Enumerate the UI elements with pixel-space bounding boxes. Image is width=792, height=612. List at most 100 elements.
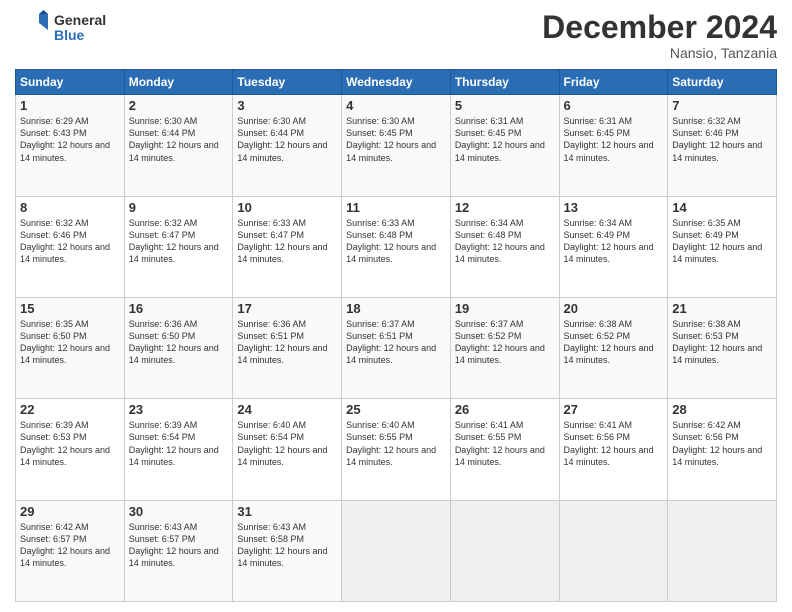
calendar-header-monday: Monday bbox=[124, 70, 233, 95]
day-info: Sunrise: 6:35 AMSunset: 6:50 PMDaylight:… bbox=[20, 318, 120, 367]
day-info: Sunrise: 6:33 AMSunset: 6:48 PMDaylight:… bbox=[346, 217, 446, 266]
calendar-cell: 2Sunrise: 6:30 AMSunset: 6:44 PMDaylight… bbox=[124, 95, 233, 196]
calendar-cell: 30 Sunrise: 6:43 AMSunset: 6:57 PMDayligh… bbox=[124, 500, 233, 601]
day-number: 31 bbox=[237, 504, 337, 519]
calendar-cell: 15 Sunrise: 6:35 AMSunset: 6:50 PMDayligh… bbox=[16, 297, 125, 398]
calendar-cell: 26 Sunrise: 6:41 AMSunset: 6:55 PMDayligh… bbox=[450, 399, 559, 500]
day-info: Sunrise: 6:32 AMSunset: 6:47 PMDaylight:… bbox=[129, 217, 229, 266]
calendar-cell: 20 Sunrise: 6:38 AMSunset: 6:52 PMDayligh… bbox=[559, 297, 668, 398]
day-info: Sunrise: 6:42 AMSunset: 6:57 PMDaylight:… bbox=[20, 521, 120, 570]
day-info: Sunrise: 6:38 AMSunset: 6:53 PMDaylight:… bbox=[672, 318, 772, 367]
calendar-cell: 19 Sunrise: 6:37 AMSunset: 6:52 PMDayligh… bbox=[450, 297, 559, 398]
calendar-header-wednesday: Wednesday bbox=[342, 70, 451, 95]
day-number: 28 bbox=[672, 402, 772, 417]
day-number: 9 bbox=[129, 200, 229, 215]
day-number: 30 bbox=[129, 504, 229, 519]
day-info: Sunrise: 6:41 AMSunset: 6:56 PMDaylight:… bbox=[564, 419, 664, 468]
day-info: Sunrise: 6:39 AMSunset: 6:53 PMDaylight:… bbox=[20, 419, 120, 468]
day-info: Sunrise: 6:41 AMSunset: 6:55 PMDaylight:… bbox=[455, 419, 555, 468]
day-number: 2 bbox=[129, 98, 229, 113]
header: General Blue December 2024 Nansio, Tanza… bbox=[15, 10, 777, 61]
location: Nansio, Tanzania bbox=[542, 45, 777, 61]
logo: General Blue bbox=[15, 10, 106, 46]
day-number: 25 bbox=[346, 402, 446, 417]
title-block: December 2024 Nansio, Tanzania bbox=[542, 10, 777, 61]
logo-blue: Blue bbox=[54, 28, 106, 43]
day-info: Sunrise: 6:35 AMSunset: 6:49 PMDaylight:… bbox=[672, 217, 772, 266]
calendar-cell: 1 Sunrise: 6:29 AMSunset: 6:43 PMDaylight… bbox=[16, 95, 125, 196]
calendar-cell: 12Sunrise: 6:34 AMSunset: 6:48 PMDayligh… bbox=[450, 196, 559, 297]
day-number: 22 bbox=[20, 402, 120, 417]
calendar-week-1: 1 Sunrise: 6:29 AMSunset: 6:43 PMDaylight… bbox=[16, 95, 777, 196]
calendar-cell: 3Sunrise: 6:30 AMSunset: 6:44 PMDaylight… bbox=[233, 95, 342, 196]
calendar-cell: 28Sunrise: 6:42 AMSunset: 6:56 PMDayligh… bbox=[668, 399, 777, 500]
logo-general: General bbox=[54, 13, 106, 28]
day-info: Sunrise: 6:37 AMSunset: 6:52 PMDaylight:… bbox=[455, 318, 555, 367]
calendar-cell: 11 Sunrise: 6:33 AMSunset: 6:48 PMDayligh… bbox=[342, 196, 451, 297]
calendar-cell: 6Sunrise: 6:31 AMSunset: 6:45 PMDaylight… bbox=[559, 95, 668, 196]
day-info: Sunrise: 6:33 AMSunset: 6:47 PMDaylight:… bbox=[237, 217, 337, 266]
day-number: 13 bbox=[564, 200, 664, 215]
day-number: 29 bbox=[20, 504, 120, 519]
day-info: Sunrise: 6:36 AMSunset: 6:50 PMDaylight:… bbox=[129, 318, 229, 367]
calendar-header-thursday: Thursday bbox=[450, 70, 559, 95]
day-number: 6 bbox=[564, 98, 664, 113]
day-info: Sunrise: 6:34 AMSunset: 6:49 PMDaylight:… bbox=[564, 217, 664, 266]
calendar-week-2: 8 Sunrise: 6:32 AMSunset: 6:46 PMDaylight… bbox=[16, 196, 777, 297]
calendar-cell: 17Sunrise: 6:36 AMSunset: 6:51 PMDayligh… bbox=[233, 297, 342, 398]
calendar-cell bbox=[559, 500, 668, 601]
calendar: SundayMondayTuesdayWednesdayThursdayFrid… bbox=[15, 69, 777, 602]
day-number: 16 bbox=[129, 301, 229, 316]
day-number: 21 bbox=[672, 301, 772, 316]
day-number: 23 bbox=[129, 402, 229, 417]
day-info: Sunrise: 6:38 AMSunset: 6:52 PMDaylight:… bbox=[564, 318, 664, 367]
day-info: Sunrise: 6:32 AMSunset: 6:46 PMDaylight:… bbox=[20, 217, 120, 266]
calendar-cell bbox=[450, 500, 559, 601]
day-number: 15 bbox=[20, 301, 120, 316]
day-number: 1 bbox=[20, 98, 120, 113]
logo-text: General Blue bbox=[54, 13, 106, 44]
calendar-cell: 22 Sunrise: 6:39 AMSunset: 6:53 PMDayligh… bbox=[16, 399, 125, 500]
day-number: 24 bbox=[237, 402, 337, 417]
calendar-week-3: 15 Sunrise: 6:35 AMSunset: 6:50 PMDayligh… bbox=[16, 297, 777, 398]
day-info: Sunrise: 6:30 AMSunset: 6:45 PMDaylight:… bbox=[346, 115, 446, 164]
day-number: 14 bbox=[672, 200, 772, 215]
day-number: 27 bbox=[564, 402, 664, 417]
day-number: 26 bbox=[455, 402, 555, 417]
calendar-cell: 5Sunrise: 6:31 AMSunset: 6:45 PMDaylight… bbox=[450, 95, 559, 196]
day-number: 19 bbox=[455, 301, 555, 316]
day-info: Sunrise: 6:43 AMSunset: 6:57 PMDaylight:… bbox=[129, 521, 229, 570]
calendar-cell: 10 Sunrise: 6:33 AMSunset: 6:47 PMDayligh… bbox=[233, 196, 342, 297]
day-info: Sunrise: 6:32 AMSunset: 6:46 PMDaylight:… bbox=[672, 115, 772, 164]
calendar-cell: 13 Sunrise: 6:34 AMSunset: 6:49 PMDayligh… bbox=[559, 196, 668, 297]
day-info: Sunrise: 6:34 AMSunset: 6:48 PMDaylight:… bbox=[455, 217, 555, 266]
day-number: 11 bbox=[346, 200, 446, 215]
day-number: 4 bbox=[346, 98, 446, 113]
calendar-cell: 7Sunrise: 6:32 AMSunset: 6:46 PMDaylight… bbox=[668, 95, 777, 196]
day-number: 17 bbox=[237, 301, 337, 316]
day-info: Sunrise: 6:39 AMSunset: 6:54 PMDaylight:… bbox=[129, 419, 229, 468]
day-info: Sunrise: 6:37 AMSunset: 6:51 PMDaylight:… bbox=[346, 318, 446, 367]
day-number: 20 bbox=[564, 301, 664, 316]
calendar-cell: 31 Sunrise: 6:43 AMSunset: 6:58 PMDayligh… bbox=[233, 500, 342, 601]
calendar-cell: 21 Sunrise: 6:38 AMSunset: 6:53 PMDayligh… bbox=[668, 297, 777, 398]
day-number: 8 bbox=[20, 200, 120, 215]
logo-svg bbox=[15, 10, 51, 46]
logo-graphic: General Blue bbox=[15, 10, 106, 46]
calendar-header-saturday: Saturday bbox=[668, 70, 777, 95]
calendar-cell: 8 Sunrise: 6:32 AMSunset: 6:46 PMDaylight… bbox=[16, 196, 125, 297]
calendar-cell bbox=[668, 500, 777, 601]
calendar-week-5: 29 Sunrise: 6:42 AMSunset: 6:57 PMDayligh… bbox=[16, 500, 777, 601]
calendar-cell: 14 Sunrise: 6:35 AMSunset: 6:49 PMDayligh… bbox=[668, 196, 777, 297]
calendar-cell: 18Sunrise: 6:37 AMSunset: 6:51 PMDayligh… bbox=[342, 297, 451, 398]
day-info: Sunrise: 6:40 AMSunset: 6:55 PMDaylight:… bbox=[346, 419, 446, 468]
calendar-header-tuesday: Tuesday bbox=[233, 70, 342, 95]
day-info: Sunrise: 6:29 AMSunset: 6:43 PMDaylight:… bbox=[20, 115, 120, 164]
day-info: Sunrise: 6:40 AMSunset: 6:54 PMDaylight:… bbox=[237, 419, 337, 468]
calendar-cell: 4 Sunrise: 6:30 AMSunset: 6:45 PMDaylight… bbox=[342, 95, 451, 196]
calendar-cell: 25 Sunrise: 6:40 AMSunset: 6:55 PMDayligh… bbox=[342, 399, 451, 500]
calendar-cell: 29 Sunrise: 6:42 AMSunset: 6:57 PMDayligh… bbox=[16, 500, 125, 601]
day-info: Sunrise: 6:43 AMSunset: 6:58 PMDaylight:… bbox=[237, 521, 337, 570]
day-number: 10 bbox=[237, 200, 337, 215]
day-info: Sunrise: 6:30 AMSunset: 6:44 PMDaylight:… bbox=[237, 115, 337, 164]
